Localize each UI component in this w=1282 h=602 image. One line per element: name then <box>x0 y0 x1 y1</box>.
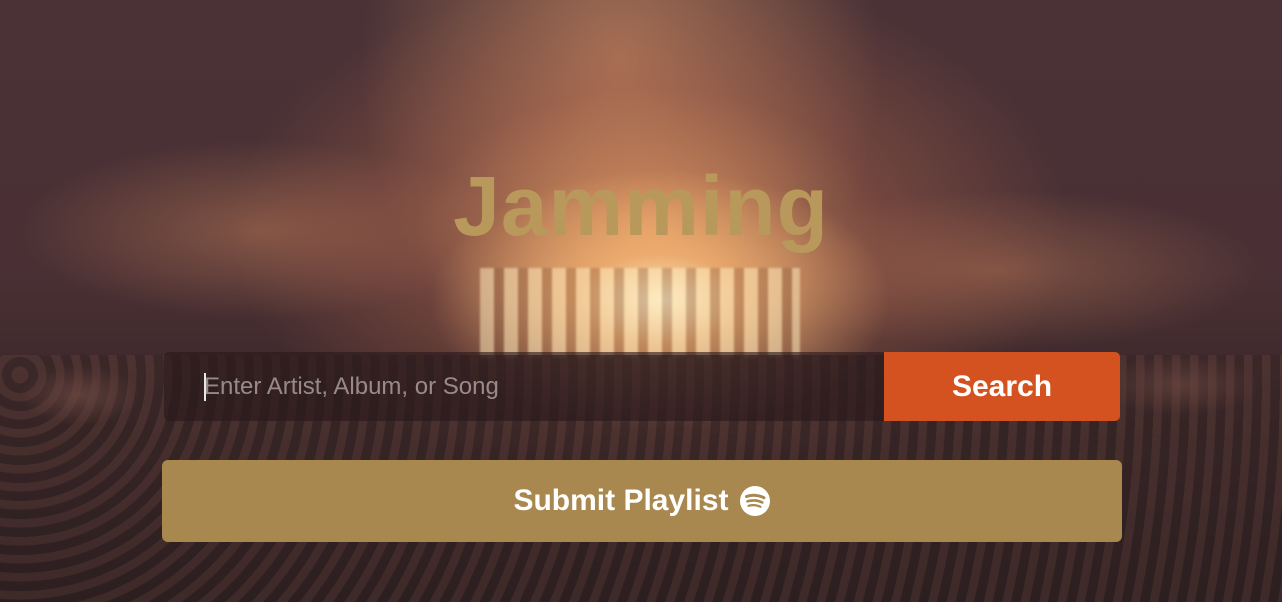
submit-playlist-button[interactable]: Submit Playlist <box>162 460 1122 542</box>
search-input[interactable] <box>164 352 884 421</box>
search-input-wrapper <box>164 352 884 421</box>
submit-playlist-label: Submit Playlist <box>513 484 729 517</box>
page: Jamming Search Submit Playlist <box>0 0 1282 602</box>
text-caret <box>204 373 206 401</box>
spotify-icon <box>739 485 771 517</box>
app-title: Jamming <box>453 159 829 253</box>
search-bar: Search <box>164 352 1120 421</box>
search-button[interactable]: Search <box>884 352 1120 421</box>
stage-lights <box>480 268 800 358</box>
